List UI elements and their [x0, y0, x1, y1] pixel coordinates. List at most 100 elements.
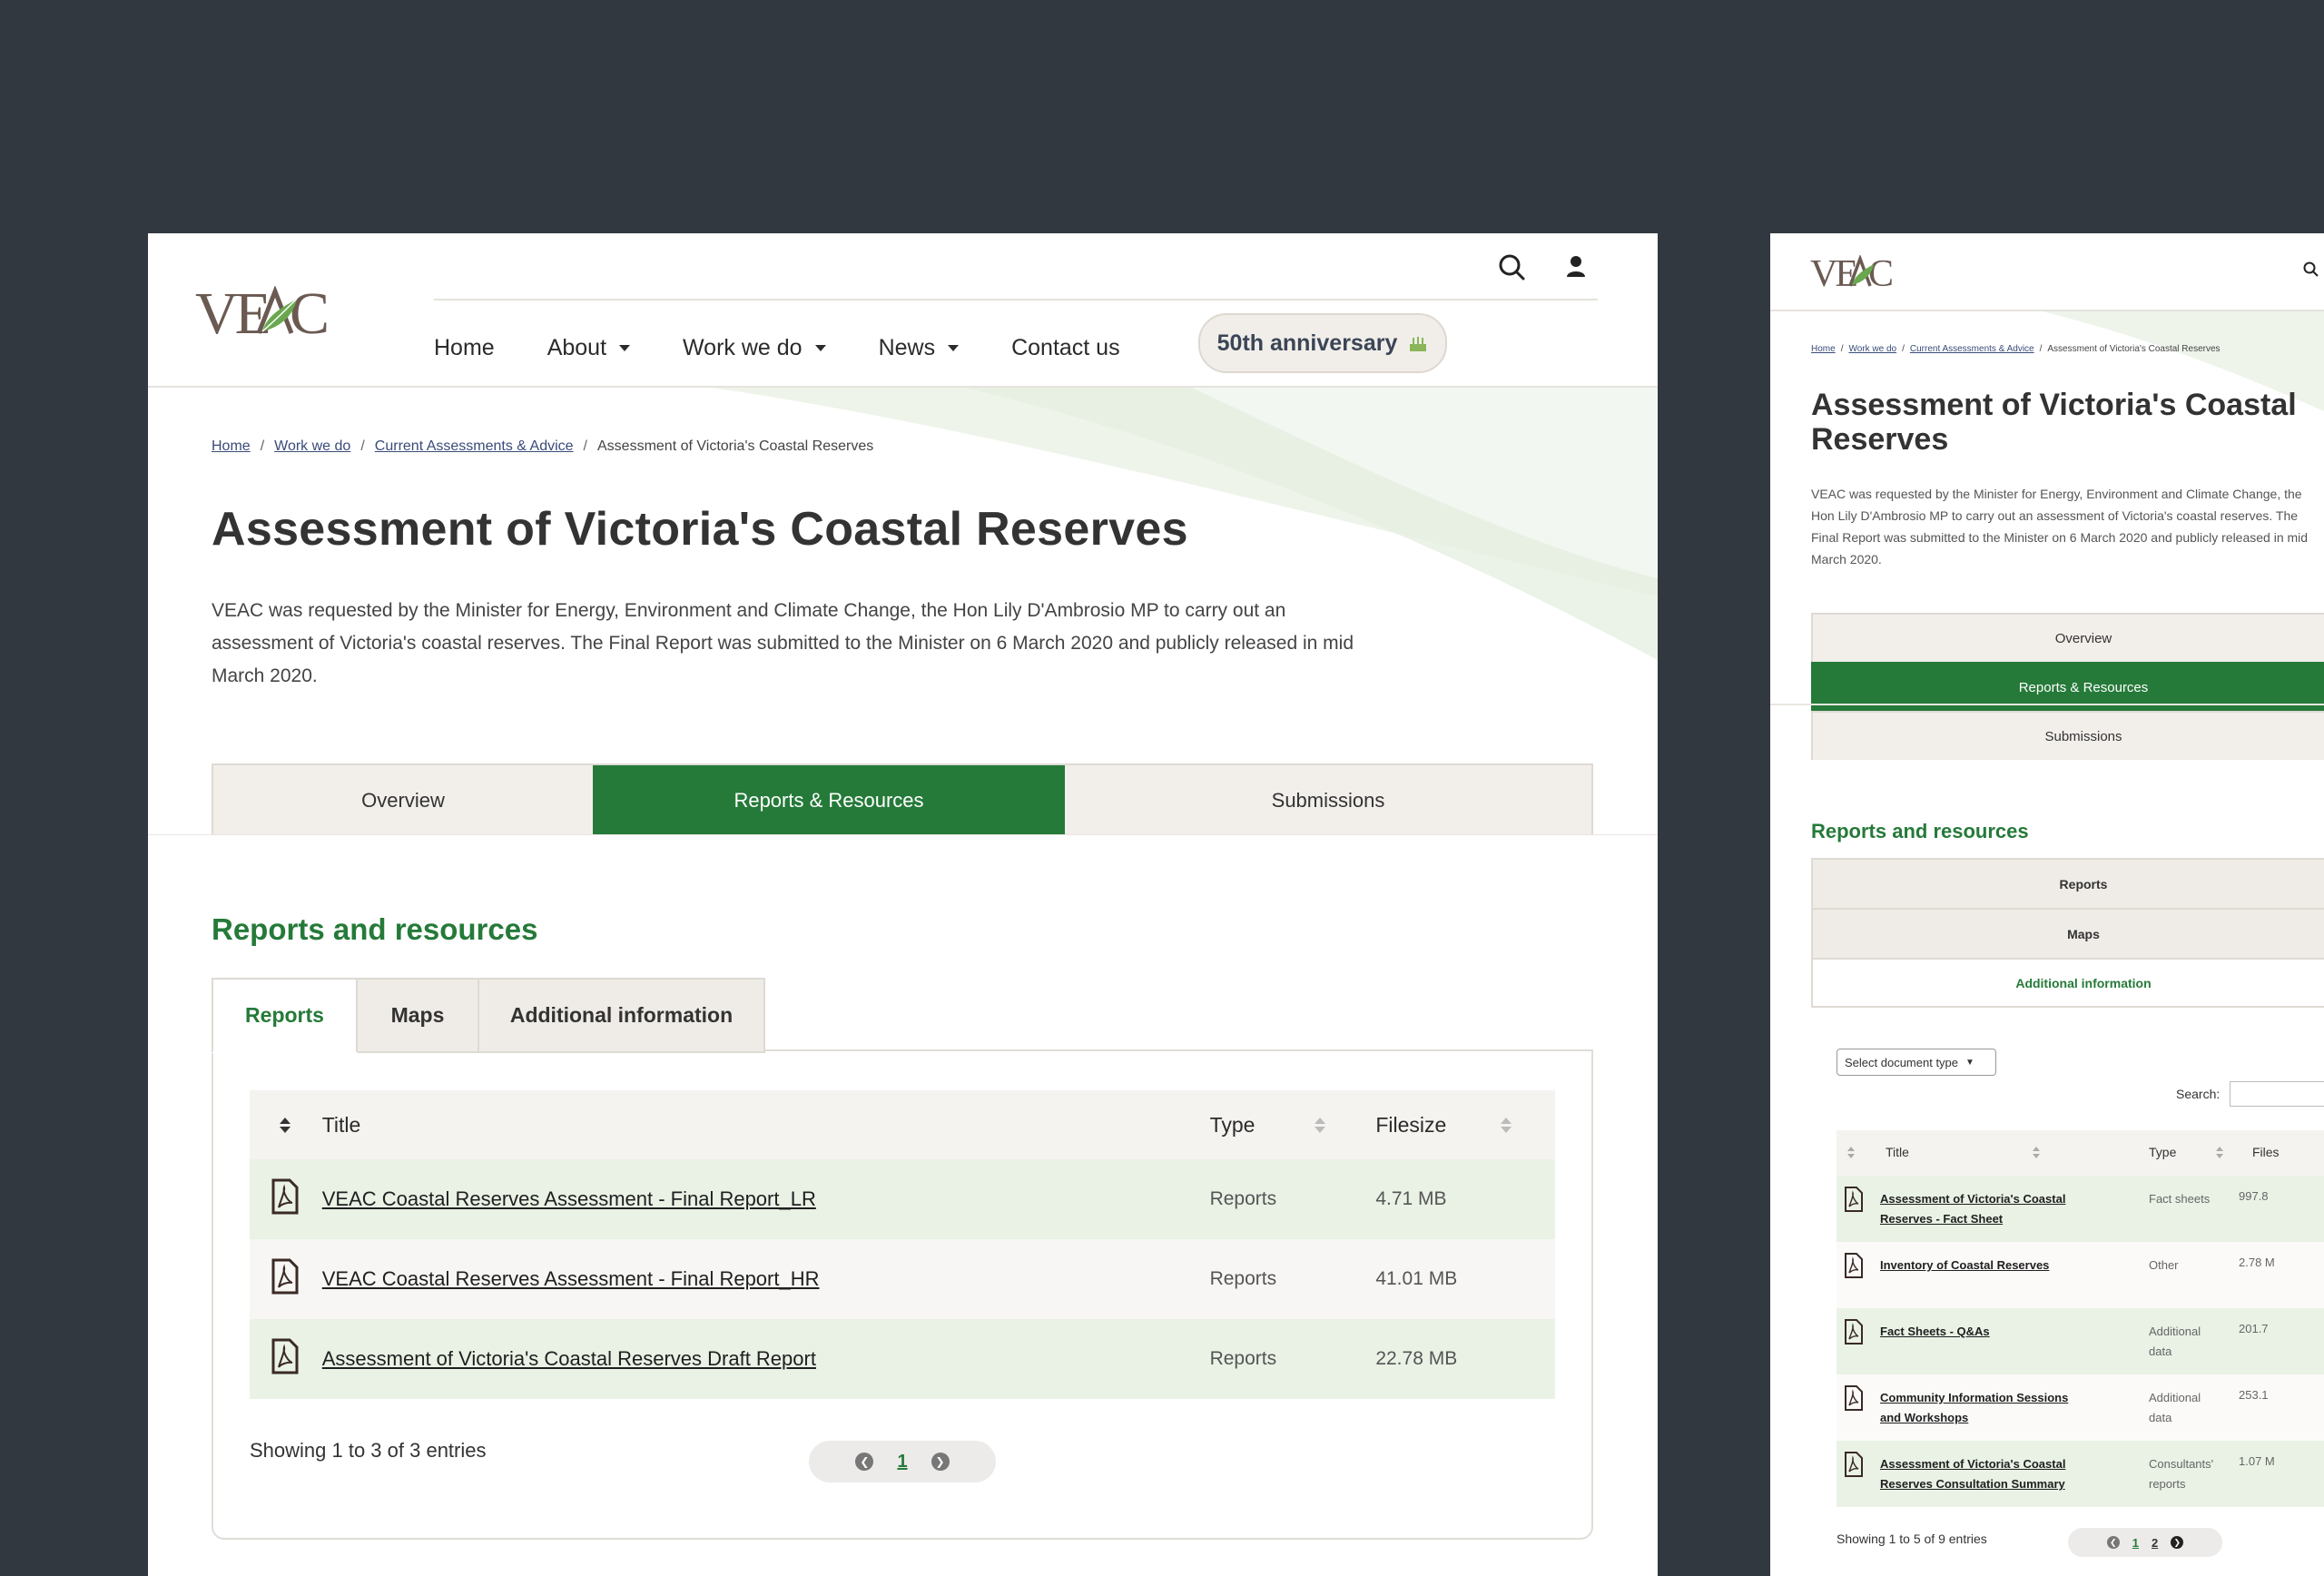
header-title[interactable]: Title: [1886, 1145, 1909, 1159]
breadcrumb-home[interactable]: Home: [212, 438, 251, 455]
cell-type: Reports: [1209, 1268, 1277, 1289]
subtab-maps[interactable]: Maps: [1811, 908, 2324, 958]
chevron-down-icon: [619, 344, 631, 351]
header-type[interactable]: Type: [2149, 1145, 2176, 1159]
search-label: Search:: [2176, 1087, 2221, 1101]
sort-icon[interactable]: [2216, 1147, 2223, 1159]
pagination: ❮ 1 2 ❯: [2068, 1528, 2222, 1557]
document-link[interactable]: Fact Sheets - Q&As: [1880, 1322, 2089, 1342]
chevron-down-icon: ▼: [1965, 1057, 1974, 1068]
veac-logo[interactable]: VE C: [195, 281, 360, 347]
pdf-file-icon: [271, 1338, 299, 1374]
previous-page-icon[interactable]: ❮: [855, 1453, 874, 1471]
search-icon[interactable]: [2302, 261, 2320, 279]
cell-type: Additional data: [2149, 1325, 2201, 1358]
entries-info: Showing 1 to 5 of 9 entries: [1837, 1532, 1987, 1546]
sort-icon[interactable]: [1847, 1147, 1855, 1159]
pdf-file-icon: [271, 1258, 299, 1295]
chevron-down-icon: [948, 344, 960, 351]
reports-table: Title Type Filesize VEAC Coastal Reserve…: [250, 1090, 1555, 1399]
next-page-icon[interactable]: ❯: [931, 1453, 950, 1471]
anniversary-label: 50th anniversary: [1216, 330, 1398, 356]
document-type-select[interactable]: Select document type ▼: [1837, 1049, 1996, 1076]
mobile-frame: VE C Home / Work we do / Current Assessments…: [1770, 233, 2324, 1576]
anniversary-button[interactable]: 50th anniversary: [1198, 313, 1447, 373]
sort-icon: [1501, 1117, 1512, 1135]
search-icon[interactable]: [1494, 250, 1531, 286]
table-row: Assessment of Victoria's Coastal Reserve…: [250, 1319, 1555, 1399]
intro-text: VEAC was requested by the Minister for E…: [212, 600, 1354, 686]
cell-filesize: 4.71 MB: [1375, 1188, 1447, 1209]
section-title: Reports and resources: [212, 912, 538, 946]
search-input[interactable]: [2230, 1081, 2324, 1107]
cell-type: Reports: [1209, 1348, 1277, 1369]
sort-icon: [1315, 1117, 1326, 1135]
section-title: Reports and resources: [1811, 820, 2029, 842]
breadcrumb-current-assessments[interactable]: Current Assessments & Advice: [375, 438, 574, 455]
document-link[interactable]: Assessment of Victoria's Coastal Reserve…: [1880, 1189, 2089, 1229]
svg-text:C: C: [290, 286, 327, 342]
header-type[interactable]: Type: [1209, 1090, 1354, 1159]
breadcrumb: Home / Work we do / Current Assessments …: [212, 438, 874, 455]
sort-icon[interactable]: [2033, 1147, 2040, 1159]
subtab-additional-information[interactable]: Additional information: [479, 978, 765, 1053]
table-row: VEAC Coastal Reserves Assessment - Final…: [250, 1239, 1555, 1319]
document-link[interactable]: VEAC Coastal Reserves Assessment - Final…: [322, 1187, 816, 1210]
previous-page-icon[interactable]: ❮: [2106, 1536, 2120, 1549]
cell-type: Additional data: [2149, 1391, 2201, 1424]
document-link[interactable]: Assessment of Victoria's Coastal Reserve…: [1880, 1454, 2089, 1494]
document-link[interactable]: Inventory of Coastal Reserves: [1880, 1256, 2089, 1276]
table-row: Assessment of Victoria's Coastal Reserve…: [1837, 1441, 2324, 1507]
table-row: Fact Sheets - Q&As Additional data 201.7: [1837, 1308, 2324, 1374]
cell-filesize: 41.01 MB: [1375, 1268, 1458, 1289]
resource-subtabs: Reports Maps Additional information: [212, 978, 765, 1053]
svg-text:VE: VE: [1810, 255, 1856, 291]
subtab-reports[interactable]: Reports: [1811, 858, 2324, 908]
nav-news[interactable]: News: [879, 335, 960, 361]
header-filesize[interactable]: Filesize: [1354, 1090, 1555, 1159]
tab-reports-resources[interactable]: Reports & Resources: [593, 765, 1065, 835]
pdf-file-icon: [1845, 1253, 1863, 1278]
cell-filesize: 1.07 M: [2239, 1454, 2275, 1468]
page-number[interactable]: 2: [2152, 1536, 2158, 1550]
nav-work-we-do[interactable]: Work we do: [683, 335, 826, 361]
svg-text:C: C: [1868, 255, 1892, 291]
tab-submissions[interactable]: Submissions: [1811, 711, 2324, 760]
veac-logo[interactable]: VE C: [1810, 253, 1910, 298]
table-header-row: Title Type Filesize: [250, 1090, 1555, 1159]
breadcrumb-home[interactable]: Home: [1811, 344, 1836, 354]
subtab-additional-information[interactable]: Additional information: [1811, 958, 2324, 1008]
tab-submissions[interactable]: Submissions: [1065, 765, 1591, 835]
pdf-file-icon: [1845, 1319, 1863, 1345]
chevron-down-icon: [814, 344, 826, 351]
table-header-row: Title Type Files: [1837, 1130, 2324, 1176]
page-number[interactable]: 1: [897, 1452, 907, 1473]
tab-overview[interactable]: Overview: [1811, 613, 2324, 662]
sort-column-header[interactable]: [250, 1090, 321, 1159]
breadcrumb-work-we-do[interactable]: Work we do: [1848, 344, 1896, 354]
breadcrumb-work-we-do[interactable]: Work we do: [274, 438, 350, 455]
hero-section: Home / Work we do / Current Assessments …: [148, 388, 1658, 835]
user-account-icon[interactable]: [1558, 250, 1594, 286]
next-page-icon[interactable]: ❯: [2171, 1536, 2184, 1549]
breadcrumb-current-page: Assessment of Victoria's Coastal Reserve…: [597, 438, 874, 454]
entries-info: Showing 1 to 3 of 3 entries: [250, 1439, 487, 1462]
document-link[interactable]: VEAC Coastal Reserves Assessment - Final…: [322, 1267, 820, 1290]
header-title[interactable]: Title: [321, 1090, 1209, 1159]
nav-home[interactable]: Home: [434, 335, 495, 361]
page-number[interactable]: 1: [2132, 1536, 2139, 1550]
table-row: Assessment of Victoria's Coastal Reserve…: [1837, 1176, 2324, 1242]
subtab-maps[interactable]: Maps: [358, 978, 479, 1053]
site-header: VE C Home About Work we do News Contact …: [148, 233, 1658, 388]
sort-icon: [280, 1117, 291, 1135]
page-title: Assessment of Victoria's Coastal Reserve…: [1811, 388, 2297, 457]
document-link[interactable]: Assessment of Victoria's Coastal Reserve…: [322, 1347, 816, 1370]
mobile-header: VE C: [1770, 233, 2324, 311]
nav-about[interactable]: About: [547, 335, 631, 361]
tab-overview[interactable]: Overview: [213, 765, 593, 835]
header-filesize[interactable]: Files: [2252, 1145, 2280, 1159]
breadcrumb-current-assessments[interactable]: Current Assessments & Advice: [1910, 344, 2034, 354]
document-link[interactable]: Community Information Sessions and Works…: [1880, 1388, 2089, 1428]
nav-contact-us[interactable]: Contact us: [1011, 335, 1120, 361]
subtab-reports[interactable]: Reports: [212, 978, 358, 1053]
